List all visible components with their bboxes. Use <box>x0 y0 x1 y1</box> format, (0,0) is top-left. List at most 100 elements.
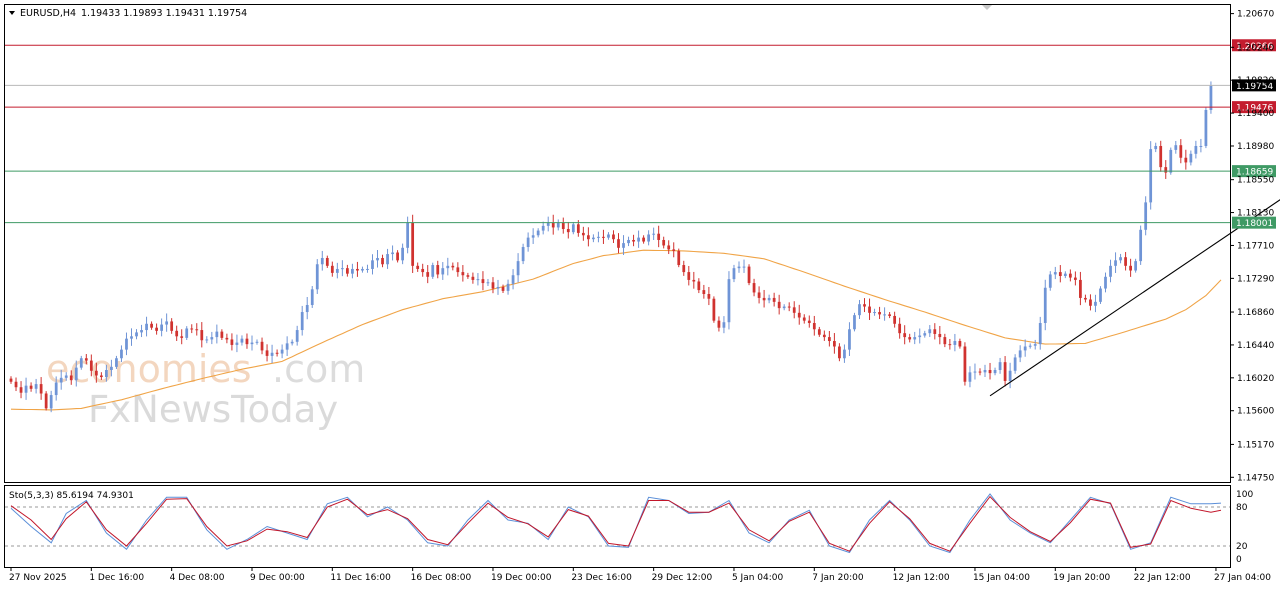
time-tick-label: 7 Jan 20:00 <box>812 573 864 583</box>
candle-body <box>451 265 455 268</box>
candle-body <box>391 252 394 255</box>
candle-body <box>853 315 856 330</box>
candle-body <box>9 378 13 382</box>
candle-body <box>878 312 881 315</box>
price-axis: 1.20670 1.20240 1.19820 1.19400 1.18980 1.185… <box>1230 10 1274 483</box>
candle-body <box>361 268 364 271</box>
candle-body <box>637 237 640 242</box>
candle <box>963 342 967 386</box>
candle-body <box>903 333 907 338</box>
candle-body <box>797 312 801 318</box>
time-tick-label: 16 Dec 08:00 <box>411 573 472 583</box>
candle-body <box>807 320 811 323</box>
candle-body <box>351 268 354 274</box>
candle-body <box>1099 288 1102 302</box>
candle-body <box>858 304 861 316</box>
candle-body <box>295 330 299 342</box>
candle-body <box>310 289 314 305</box>
candle-body <box>1124 257 1127 266</box>
price-tick-label: 1.15600 <box>1237 407 1274 417</box>
candle-body <box>110 366 113 370</box>
candle-body <box>908 337 912 340</box>
candle-body <box>175 330 179 337</box>
candle <box>315 259 319 294</box>
candle-body <box>346 268 349 274</box>
candle-body <box>160 324 164 331</box>
candle-body <box>49 395 53 409</box>
time-tick-label: 15 Jan 04:00 <box>973 573 1030 583</box>
time-tick-label: 19 Jan 20:00 <box>1053 573 1110 583</box>
candle-body <box>320 257 324 265</box>
candle-body <box>612 234 615 240</box>
candle-body <box>356 268 359 271</box>
candle-body <box>200 330 204 341</box>
time-tick-label: 11 Dec 16:00 <box>330 573 391 583</box>
candle-body <box>19 387 23 393</box>
candle-body <box>978 371 982 373</box>
time-tick-label: 19 Dec 00:00 <box>491 573 552 583</box>
candle-body <box>642 237 645 242</box>
candle-body <box>411 222 415 266</box>
candle-body <box>24 385 28 393</box>
candle-body <box>84 358 88 361</box>
candle-body <box>39 384 43 394</box>
candle-body <box>150 323 153 328</box>
candle <box>1139 225 1143 265</box>
candle-body <box>120 349 123 359</box>
candle-body <box>581 232 585 236</box>
stochastic-label: Sto(5,3,3) 85.6194 74.9301 <box>9 491 134 501</box>
candle <box>712 296 716 323</box>
candle-body <box>762 297 766 301</box>
candle-body <box>747 266 751 284</box>
candle-body <box>205 339 209 341</box>
candle-body <box>1139 229 1143 262</box>
candle <box>411 214 415 274</box>
candle-body <box>94 370 98 376</box>
candle-body <box>270 352 274 356</box>
candle-body <box>782 306 786 309</box>
candle-body <box>340 268 344 270</box>
candle-body <box>998 362 1002 370</box>
candle-body <box>687 272 691 280</box>
candle-body <box>607 234 610 238</box>
price-tick-label: 1.18980 <box>1237 142 1274 152</box>
candle-body <box>672 249 676 251</box>
stochastic-level-label: 0 <box>1236 555 1242 565</box>
candle-body <box>767 297 771 301</box>
candle <box>431 262 435 279</box>
candle-body <box>1199 145 1203 147</box>
candle-body <box>145 323 148 331</box>
candle <box>853 312 856 332</box>
candle-body <box>838 346 841 359</box>
candle-body <box>506 283 510 291</box>
symbol-label: EURUSD,H4 <box>20 8 76 19</box>
watermark-fxnewstoday: FxNewsToday <box>88 388 338 431</box>
chart-header: EURUSD,H4 1.19433 1.19893 1.19431 1.1975… <box>9 8 247 19</box>
candle-body <box>1119 257 1122 261</box>
time-tick-label: 5 Jan 04:00 <box>732 573 784 583</box>
price-tick-label: 1.18550 <box>1237 176 1274 186</box>
price-chart[interactable]: economies .com FxNewsToday 1.20266 1.1975… <box>0 0 1280 589</box>
candle-body <box>576 224 580 233</box>
candle-body <box>933 329 937 334</box>
price-tick-label: 1.20670 <box>1237 10 1274 20</box>
candle-body <box>546 222 550 226</box>
candle-body <box>556 222 560 228</box>
candle-body <box>1159 145 1163 168</box>
candle-body <box>1184 157 1188 163</box>
candle-body <box>79 358 83 368</box>
candle-body <box>265 350 269 356</box>
candle-body <box>255 341 259 343</box>
candle-body <box>923 333 927 336</box>
candle-body <box>280 349 284 354</box>
candle-body <box>968 372 972 382</box>
candle-body <box>632 239 635 242</box>
candle-body <box>366 268 369 270</box>
candle-body <box>536 230 540 236</box>
stochastic-level-label: 20 <box>1236 542 1248 552</box>
candle-body <box>300 312 304 331</box>
candle-body <box>617 239 620 248</box>
candle-body <box>888 314 891 316</box>
candle-body <box>476 279 480 281</box>
candle-body <box>44 393 48 409</box>
